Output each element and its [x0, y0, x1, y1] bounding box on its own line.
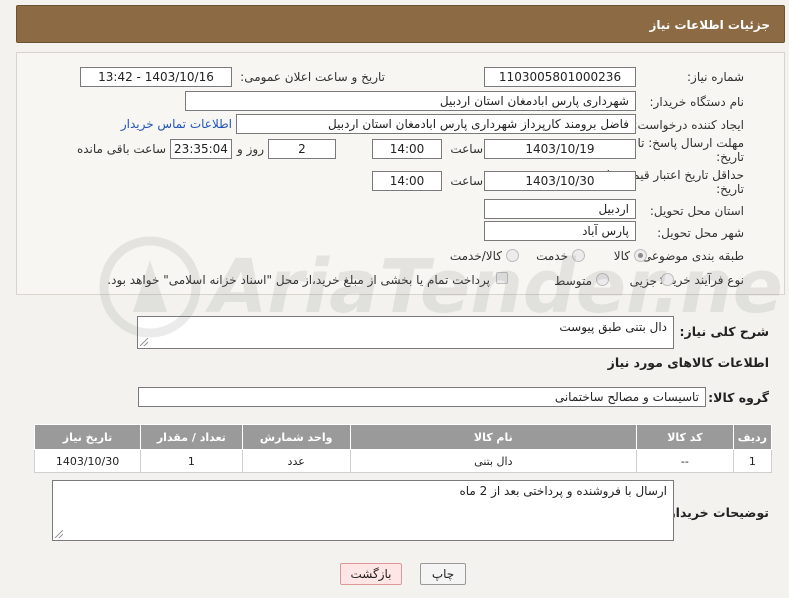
print-button[interactable]: چاپ: [420, 563, 466, 585]
treasury-payment-note: پرداخت تمام یا بخشی از مبلغ خرید،از محل …: [107, 273, 490, 287]
category-goods-radio[interactable]: [634, 249, 647, 262]
deadline-time-field[interactable]: 14:00: [372, 139, 442, 159]
process-minor-text: جزیی: [629, 274, 657, 288]
resize-grip-icon[interactable]: [140, 338, 148, 346]
goods-table-header: ردیف کد کالا نام کالا واحد شمارش تعداد /…: [33, 424, 773, 450]
deadline-date-field[interactable]: 1403/10/19: [484, 139, 636, 159]
buyer-notes-text: ارسال با فروشنده و پرداختی بعد از 2 ماه: [459, 484, 667, 498]
announce-date-field[interactable]: 1403/10/16 - 13:42: [80, 67, 232, 87]
price-validity-date-sub-label: تاریخ:: [716, 182, 744, 196]
announce-date-label: تاریخ و ساعت اعلان عمومی:: [240, 70, 385, 84]
cell-need-date: 1403/10/30: [33, 449, 142, 473]
cell-name: دال بتنی: [349, 449, 637, 473]
price-validity-time-label: ساعت: [450, 174, 483, 188]
days-field[interactable]: 2: [268, 139, 336, 159]
summary-label: شرح کلی نیاز:: [679, 324, 769, 339]
goods-section-title: اطلاعات کالاهای مورد نیاز: [607, 355, 769, 370]
table-row[interactable]: 1 -- دال بتنی عدد 1 1403/10/30: [33, 449, 773, 473]
need-number-field[interactable]: 1103005801000236: [484, 67, 636, 87]
price-validity-time-field[interactable]: 14:00: [372, 171, 442, 191]
cell-row: 1: [732, 449, 773, 473]
creator-label: ایجاد کننده درخواست:: [633, 118, 744, 132]
category-goods-service-text: کالا/خدمت: [449, 249, 502, 263]
category-service-text: خدمت: [536, 249, 568, 263]
category-goods-service-radio[interactable]: [506, 249, 519, 262]
buyer-notes-textarea[interactable]: ارسال با فروشنده و پرداختی بعد از 2 ماه: [52, 480, 674, 541]
contact-buyer-link[interactable]: اطلاعات تماس خریدار: [120, 117, 232, 131]
process-minor-radio[interactable]: [661, 273, 674, 286]
col-row: ردیف: [732, 424, 773, 450]
need-number-label: شماره نیاز:: [687, 70, 744, 84]
goods-table: ردیف کد کالا نام کالا واحد شمارش تعداد /…: [33, 424, 773, 473]
process-medium-radio[interactable]: [596, 273, 609, 286]
deadline-date-sub-label: تاریخ:: [716, 150, 744, 164]
page-title: جزئیات اطلاعات نیاز: [649, 18, 770, 32]
city-field[interactable]: پارس آباد: [484, 221, 636, 241]
province-field[interactable]: اردبیل: [484, 199, 636, 219]
creator-field[interactable]: فاضل برومند کارپرداز شهرداری پارس ابادمغ…: [236, 114, 636, 134]
col-unit: واحد شمارش: [241, 424, 351, 450]
col-qty: تعداد / مقدار: [140, 424, 243, 450]
buyer-label: نام دستگاه خریدار:: [649, 95, 745, 109]
goods-group-field[interactable]: تاسیسات و مصالح ساختمانی: [138, 387, 706, 407]
category-label: طبقه بندی موضوعی:: [637, 249, 744, 263]
cell-qty: 1: [140, 449, 243, 473]
city-label: شهر محل تحویل:: [657, 226, 744, 240]
summary-text: دال بتنی طبق پیوست: [559, 320, 667, 334]
resize-grip-icon[interactable]: [55, 530, 63, 538]
buyer-field[interactable]: شهرداری پارس ابادمغان استان اردبیل: [185, 91, 636, 111]
buyer-notes-label: توضیحات خریدار:: [663, 505, 769, 520]
page-header: جزئیات اطلاعات نیاز: [16, 5, 785, 43]
deadline-label: مهلت ارسال پاسخ: تا: [637, 136, 744, 150]
col-code: کد کالا: [635, 424, 734, 450]
cell-unit: عدد: [241, 449, 351, 473]
category-goods-text: کالا: [613, 249, 630, 263]
remaining-time-field[interactable]: 23:35:04: [170, 139, 232, 159]
process-medium-text: متوسط: [554, 274, 592, 288]
price-validity-date-field[interactable]: 1403/10/30: [484, 171, 636, 191]
treasury-payment-checkbox[interactable]: [496, 272, 508, 284]
days-label: روز و: [237, 142, 264, 156]
summary-textarea[interactable]: دال بتنی طبق پیوست: [137, 316, 674, 349]
col-need-date: تاریخ نیاز: [33, 424, 142, 450]
province-label: استان محل تحویل:: [649, 204, 744, 218]
back-button[interactable]: بازگشت: [340, 563, 402, 585]
category-service-radio[interactable]: [572, 249, 585, 262]
deadline-time-label: ساعت: [450, 142, 483, 156]
goods-group-label: گروه کالا:: [708, 390, 769, 405]
remaining-time-label: ساعت باقی مانده: [76, 142, 166, 156]
cell-code: --: [635, 449, 734, 473]
col-name: نام کالا: [349, 424, 637, 450]
